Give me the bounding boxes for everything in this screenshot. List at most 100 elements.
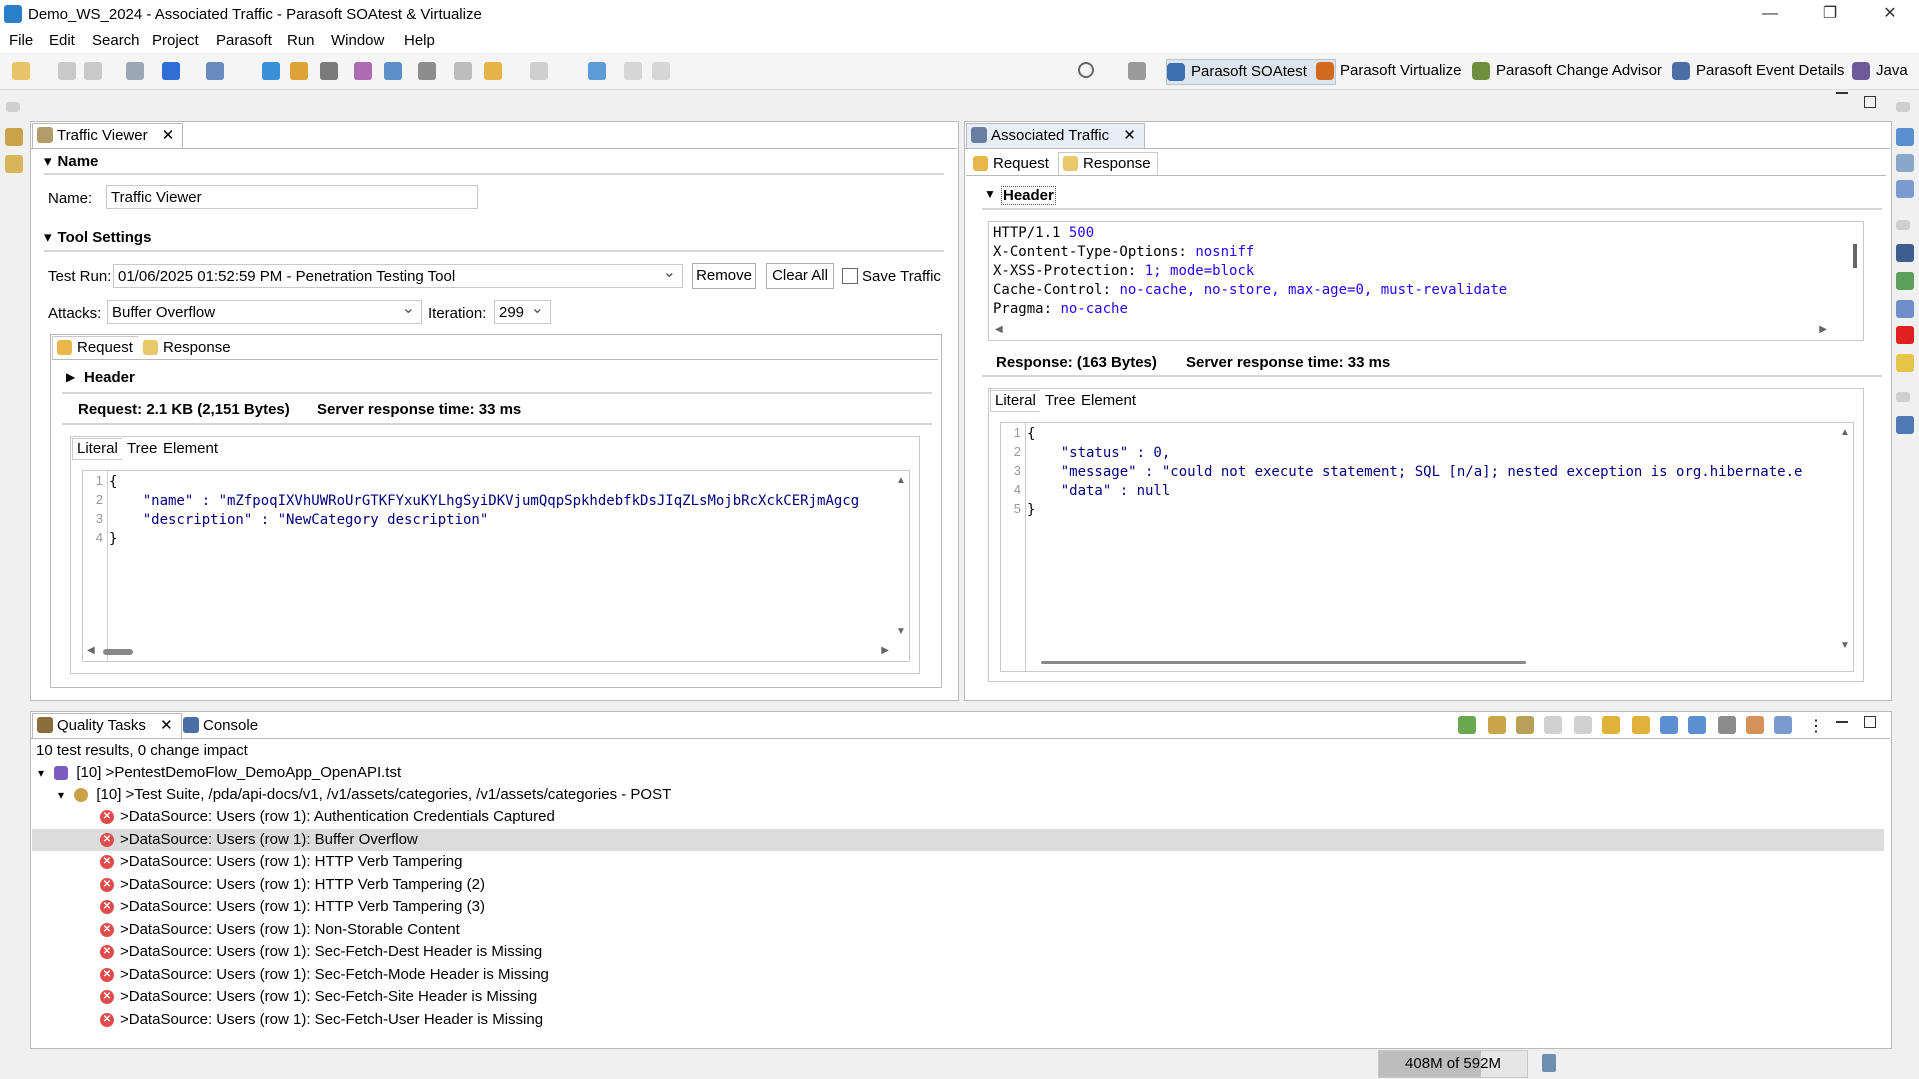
task-row[interactable]: ✕ >DataSource: Users (row 1): HTTP Verb T… [32,851,1884,873]
save-all-icon[interactable] [84,62,102,80]
name-input[interactable]: Traffic Viewer [106,185,478,209]
tab-request-right[interactable]: Request [968,152,1056,176]
redo-icon[interactable] [652,62,670,80]
header-expanded-toggle[interactable]: ▼ [984,187,996,201]
task-row[interactable]: ✕ >DataSource: Users (row 1): Sec-Fetch-U… [32,1009,1884,1031]
virtual-asset-icon[interactable] [1896,416,1914,434]
response-horizontal-scrollbar[interactable] [1001,655,1837,669]
minimize-button[interactable]: — [1742,0,1798,28]
menu-project[interactable]: Project [152,32,199,49]
tree-suite[interactable]: ▾ [10] >Test Suite, /pda/api-docs/v1, /v… [58,784,671,806]
tab-traffic-viewer[interactable]: Traffic Viewer ✕ [32,123,184,148]
task-row[interactable]: ✕ >DataSource: Users (row 1): HTTP Verb T… [32,896,1884,918]
undo-icon[interactable] [624,62,642,80]
outline-icon[interactable] [1896,128,1914,146]
perspective-event-details[interactable]: Parasoft Event Details [1672,59,1844,83]
editor-maximize-icon[interactable] [1864,96,1876,108]
header-horizontal-scrollbar[interactable]: ◀ ▶ [989,324,1847,338]
menu-parasoft[interactable]: Parasoft [216,32,272,49]
tool-settings-title[interactable]: Tool Settings [44,228,152,246]
test-run-select[interactable]: 01/06/2025 01:52:59 PM - Penetration Tes… [113,261,683,288]
up-icon[interactable] [1574,716,1592,734]
data-icon[interactable] [1896,300,1914,318]
open-perspective-icon[interactable] [588,62,606,80]
menu-run[interactable]: Run [287,32,315,49]
view-menu-icon[interactable]: ⋮ [1808,716,1824,736]
response-code-editor[interactable]: 12345 { "status" : 0, "message" : "could… [1000,422,1854,672]
right-restore3-icon[interactable] [1896,392,1910,402]
export-icon[interactable] [384,62,402,80]
close-tab-icon[interactable]: ✕ [162,127,175,144]
close-tab-icon[interactable]: ✕ [1123,127,1136,144]
menu-file[interactable]: File [9,32,33,49]
task-row[interactable]: ✕ >DataSource: Users (row 1): Sec-Fetch-M… [32,964,1884,986]
task-row[interactable]: ✕ >DataSource: Users (row 1): Buffer Over… [32,828,1884,851]
import-icon[interactable] [1458,716,1476,734]
expand-all-icon[interactable] [1660,716,1678,734]
tab-console[interactable]: Console [178,713,267,738]
expand-icon[interactable]: ▾ [58,788,64,802]
explorer-icon[interactable] [5,128,23,146]
perspective-java[interactable]: Java [1852,59,1908,83]
open-folder-icon[interactable] [290,62,308,80]
stop-icon[interactable] [1896,326,1914,344]
request-vertical-scrollbar[interactable]: ▲ ▼ [893,471,909,641]
iteration-select[interactable]: 299 [494,297,551,324]
response-vertical-scrollbar[interactable]: ▲ ▼ [1837,423,1853,655]
close-tab-icon[interactable]: ✕ [160,717,173,734]
panel-minimize-icon[interactable] [1836,721,1848,723]
panel-maximize-icon[interactable] [1864,716,1876,728]
memory-indicator[interactable]: 408M of 592M [1378,1050,1528,1078]
task-row[interactable]: ✕ >DataSource: Users (row 1): Non-Storabl… [32,919,1884,941]
perspective-switch-icon[interactable] [1128,62,1146,80]
next-down-icon[interactable] [1602,716,1620,734]
tab-request-left[interactable]: Request [52,336,140,360]
menu-help[interactable]: Help [404,32,435,49]
view-tab-tree-left[interactable]: Tree [122,438,163,460]
back-icon[interactable] [484,62,502,80]
view-tab-element-right[interactable]: Element [1076,390,1142,412]
globe-icon[interactable] [262,62,280,80]
task-row[interactable]: ✕ >DataSource: Users (row 1): HTTP Verb T… [32,874,1884,896]
save-traffic-checkbox[interactable] [842,268,858,284]
menu-search[interactable]: Search [92,32,140,49]
tree-root[interactable]: ▾ [10] >PentestDemoFlow_DemoApp_OpenAPI.… [38,762,401,784]
perspective-virtualize[interactable]: Parasoft Virtualize [1316,59,1461,83]
attacks-select[interactable]: Buffer Overflow [107,297,422,324]
sort-icon[interactable] [1544,716,1562,734]
filter-icon[interactable] [1774,716,1792,734]
right-restore-icon[interactable] [1896,102,1910,112]
inspect-icon[interactable] [1896,180,1914,198]
navigator-icon[interactable] [5,155,23,173]
name-section-title[interactable]: Name [44,152,99,170]
run-icon[interactable] [162,62,180,80]
suites-icon[interactable] [1896,272,1914,290]
task-row[interactable]: ✕ >DataSource: Users (row 1): Authenticat… [32,806,1884,828]
close-button[interactable]: ✕ [1862,0,1918,28]
menu-edit[interactable]: Edit [49,32,75,49]
request-horizontal-scrollbar[interactable]: ◀ ▶ [83,645,893,659]
maximize-button[interactable]: ❐ [1802,0,1858,28]
search-icon[interactable] [1078,62,1094,78]
print-icon[interactable] [126,62,144,80]
request-code-editor[interactable]: 1234 { "name" : "mZfpoqIXVhUWRoUrGTKFYxu… [82,470,910,662]
header-vertical-scrollbar[interactable] [1847,222,1863,324]
perspective-change-advisor[interactable]: Parasoft Change Advisor [1472,59,1662,83]
expand-icon[interactable]: ▾ [38,766,44,780]
collapse-all-icon[interactable] [1688,716,1706,734]
wizard-icon[interactable] [354,62,372,80]
debug-icon[interactable] [206,62,224,80]
trash-icon[interactable] [1542,1054,1556,1072]
view-tab-element-left[interactable]: Element [158,438,224,460]
header-collapsed-toggle[interactable]: ▶ [66,370,75,384]
save-icon[interactable] [58,62,76,80]
restore-icon[interactable] [6,102,20,112]
compare-icon[interactable] [418,62,436,80]
bug-filter-icon[interactable] [1516,716,1534,734]
remove-all-icon[interactable] [1718,716,1736,734]
remove-button[interactable]: Remove [692,263,756,289]
request-header-title[interactable]: Header [84,369,135,386]
editor-minimize-icon[interactable] [1836,92,1848,94]
view-tab-literal-left[interactable]: Literal [72,438,123,460]
view-tab-literal-right[interactable]: Literal [990,390,1041,412]
